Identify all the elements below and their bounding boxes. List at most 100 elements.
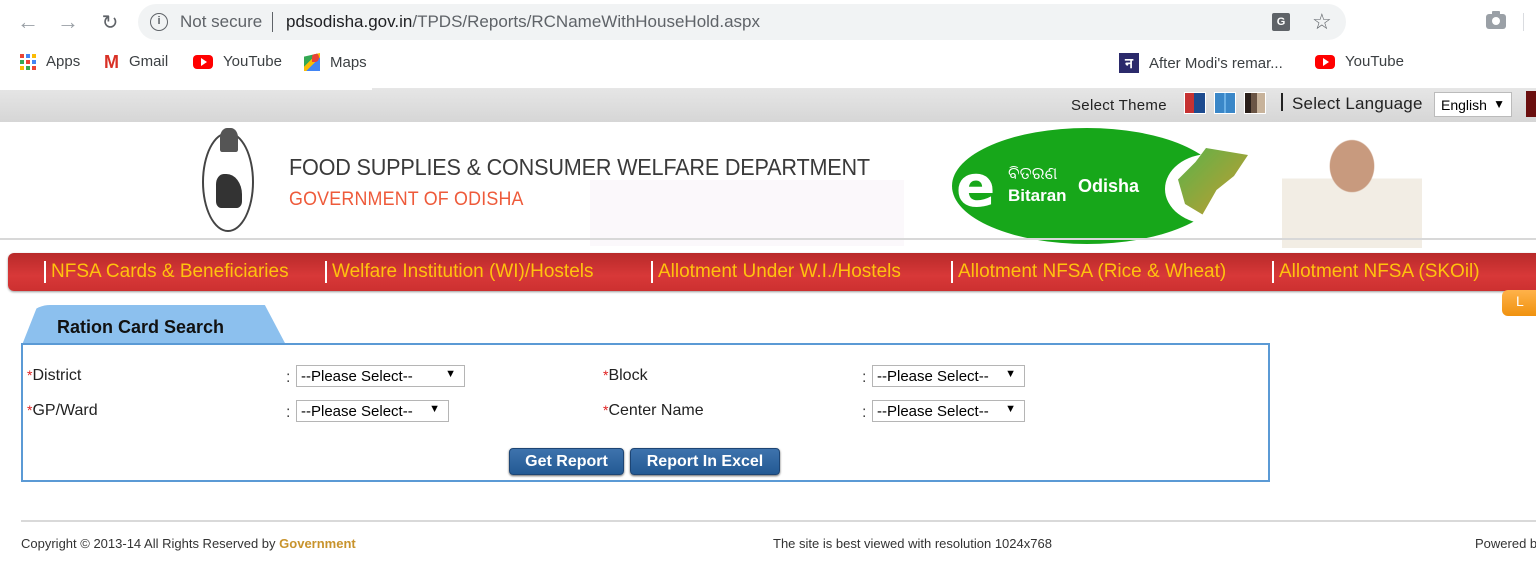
chevron-down-icon: ▼ xyxy=(1005,368,1016,380)
chief-minister-photo xyxy=(1282,122,1422,248)
bookmark-label: Gmail xyxy=(129,53,169,70)
gp-ward-select[interactable]: --Please Select-- ▼ xyxy=(296,400,449,422)
select-theme-label: Select Theme xyxy=(1071,97,1167,114)
copyright-text: Copyright © 2013-14 All Rights Reserved … xyxy=(21,536,356,551)
logo-odisha-text: Odisha xyxy=(1078,176,1140,196)
menu-item-allotment-skoil[interactable]: Allotment NFSA (SKOil) xyxy=(1272,261,1480,283)
menu-item-allotment-wi[interactable]: Allotment Under W.I./Hostels xyxy=(651,261,901,283)
bookmark-news[interactable]: न After Modi's remar... xyxy=(1119,53,1283,73)
center-name-select[interactable]: --Please Select-- ▼ xyxy=(872,400,1025,422)
browser-toolbar: ← → ↻ i Not secure pdsodisha.gov.in/TPDS… xyxy=(0,0,1536,44)
language-select[interactable]: English ▼ xyxy=(1434,92,1512,117)
logo-bitaran-text: Bitaran xyxy=(1008,186,1067,205)
site-header: FOOD SUPPLIES & CONSUMER WELFARE DEPARTM… xyxy=(0,122,1536,252)
url-path: /TPDS/Reports/RCNameWithHouseHold.aspx xyxy=(412,12,761,31)
bookmark-star-icon[interactable]: ☆ xyxy=(1312,9,1332,35)
colon: : xyxy=(286,369,291,386)
gmail-icon: M xyxy=(104,51,119,72)
menu-item-nfsa-cards[interactable]: NFSA Cards & Beneficiaries xyxy=(44,261,289,283)
bookmark-maps[interactable]: Maps xyxy=(304,53,367,71)
center-name-label: *Center Name xyxy=(603,402,704,420)
menu-item-allotment-rice-wheat[interactable]: Allotment NFSA (Rice & Wheat) xyxy=(950,261,1226,283)
reload-button[interactable]: ↻ xyxy=(96,8,124,36)
youtube-icon xyxy=(193,54,213,69)
maps-icon xyxy=(304,53,320,71)
block-label-text: Block xyxy=(608,367,648,384)
news-icon: न xyxy=(1119,53,1139,73)
center-name-select-value: --Please Select-- xyxy=(877,403,989,420)
copyright-label: Copyright © 2013-14 All Rights Reserved … xyxy=(21,536,280,551)
block-select-value: --Please Select-- xyxy=(877,368,989,385)
url-divider xyxy=(272,12,273,32)
arrow-right-icon: → xyxy=(57,9,79,34)
bookmark-gmail[interactable]: M Gmail xyxy=(104,51,169,72)
camera-icon[interactable] xyxy=(1486,11,1506,29)
menu-item-welfare-institution[interactable]: Welfare Institution (WI)/Hostels xyxy=(325,261,594,283)
url-text[interactable]: pdsodisha.gov.in/TPDS/Reports/RCNameWith… xyxy=(286,12,760,32)
strip-highlight xyxy=(0,88,372,90)
colon: : xyxy=(862,369,867,386)
info-icon[interactable]: i xyxy=(150,13,168,31)
bookmark-youtube[interactable]: YouTube xyxy=(193,53,282,70)
theme-swatch-blue[interactable] xyxy=(1214,92,1236,114)
main-menu: NFSA Cards & Beneficiaries Welfare Insti… xyxy=(8,253,1536,291)
back-button[interactable]: ← xyxy=(14,8,42,36)
district-label: *District xyxy=(27,367,81,385)
select-language-label: Select Language xyxy=(1292,94,1423,113)
divider xyxy=(1281,93,1283,111)
security-status: Not secure xyxy=(180,12,263,31)
header-divider xyxy=(0,238,1536,240)
report-in-excel-button[interactable]: Report In Excel xyxy=(630,448,780,475)
bookmark-youtube-2[interactable]: YouTube xyxy=(1315,53,1404,70)
bookmark-label: YouTube xyxy=(223,53,282,70)
odisha-emblem-logo xyxy=(202,128,254,232)
chevron-down-icon: ▼ xyxy=(1493,97,1505,111)
bookmark-label: After Modi's remar... xyxy=(1149,54,1283,72)
powered-by-text: Powered b xyxy=(1475,536,1536,551)
e-bitaran-logo: e ବିତରଣ Bitaran Odisha xyxy=(952,128,1255,244)
gp-ward-label-text: GP/Ward xyxy=(32,402,98,419)
get-report-button[interactable]: Get Report xyxy=(509,448,624,475)
chevron-down-icon: ▼ xyxy=(1005,403,1016,415)
colon: : xyxy=(286,404,291,421)
translate-icon[interactable]: G xyxy=(1272,13,1290,31)
block-label: *Block xyxy=(603,367,648,385)
government-title: GOVERNMENT OF ODISHA xyxy=(289,189,524,210)
footer-divider xyxy=(21,520,1536,522)
font-size-button[interactable] xyxy=(1526,91,1536,117)
forward-button[interactable]: → xyxy=(54,8,82,36)
bookmarks-bar: Apps M Gmail YouTube Maps न After Modi's… xyxy=(0,44,1536,82)
department-title: FOOD SUPPLIES & CONSUMER WELFARE DEPARTM… xyxy=(289,154,870,180)
block-select[interactable]: --Please Select-- ▼ xyxy=(872,365,1025,387)
resolution-note: The site is best viewed with resolution … xyxy=(773,536,1052,551)
theme-swatch-brown[interactable] xyxy=(1244,92,1266,114)
chevron-down-icon: ▼ xyxy=(445,368,456,380)
gp-ward-select-value: --Please Select-- xyxy=(301,403,413,420)
site-top-strip: Select Theme Select Language English ▼ xyxy=(0,88,1536,122)
header-background-block xyxy=(590,180,904,246)
bookmark-label: YouTube xyxy=(1345,53,1404,70)
district-label-text: District xyxy=(32,367,82,384)
address-bar[interactable]: i Not secure pdsodisha.gov.in/TPDS/Repor… xyxy=(138,4,1346,40)
government-link[interactable]: Government xyxy=(279,536,356,551)
chevron-down-icon: ▼ xyxy=(429,403,440,415)
theme-swatch-red[interactable] xyxy=(1184,92,1206,114)
colon: : xyxy=(862,404,867,421)
arrow-left-icon: ← xyxy=(17,9,39,34)
side-login-tab[interactable]: L xyxy=(1502,290,1536,316)
bookmark-label: Apps xyxy=(46,53,81,70)
toolbar-divider xyxy=(1523,13,1524,31)
reload-icon: ↻ xyxy=(101,11,119,34)
bookmark-label: Maps xyxy=(330,53,367,71)
language-value: English xyxy=(1441,97,1487,113)
district-select-value: --Please Select-- xyxy=(301,368,413,385)
logo-odia-text: ବିତରଣ xyxy=(1008,164,1058,183)
bookmark-apps[interactable]: Apps xyxy=(20,53,80,70)
apps-grid-icon xyxy=(20,53,36,70)
url-host: pdsodisha.gov.in xyxy=(286,12,413,31)
gp-ward-label: *GP/Ward xyxy=(27,402,98,420)
district-select[interactable]: --Please Select-- ▼ xyxy=(296,365,465,387)
center-name-label-text: Center Name xyxy=(608,402,704,419)
search-tab-title: Ration Card Search xyxy=(57,317,225,337)
logo-e: e xyxy=(956,152,996,220)
